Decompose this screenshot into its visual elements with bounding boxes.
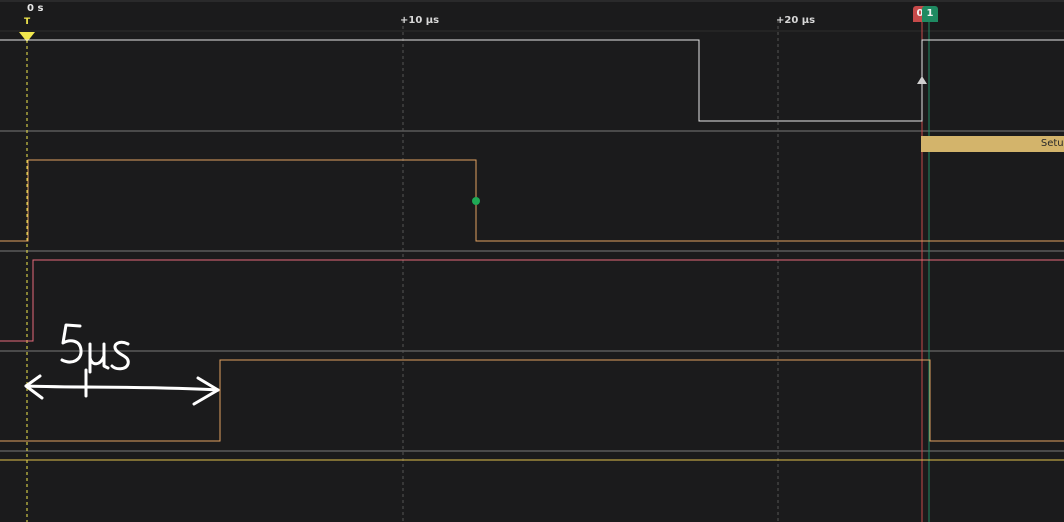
decoder-setup-frame[interactable]: Setup <box>921 136 1064 152</box>
channel-1-waveform <box>0 159 1064 242</box>
edge-dot-marker <box>472 197 480 205</box>
tick-label-20us: +20 µs <box>776 15 816 26</box>
channel-3-waveform <box>0 359 1064 442</box>
tick-label-10us: +10 µs <box>400 15 440 26</box>
channel-0-waveform <box>0 39 1064 122</box>
marker-1-tag[interactable]: 1 <box>922 6 938 22</box>
handwritten-annotation <box>24 323 220 406</box>
rising-edge-arrow-icon <box>917 76 927 84</box>
channel-2-waveform <box>0 259 1064 342</box>
logic-analyzer-view: 0 s T +10 µs +20 µs 0 1 Setup <box>0 0 1064 522</box>
time-origin-label: 0 s <box>27 3 44 14</box>
trigger-label: T <box>24 17 31 27</box>
decoder-setup-label: Setup <box>1040 138 1064 149</box>
waveform-canvas[interactable] <box>0 0 1064 522</box>
